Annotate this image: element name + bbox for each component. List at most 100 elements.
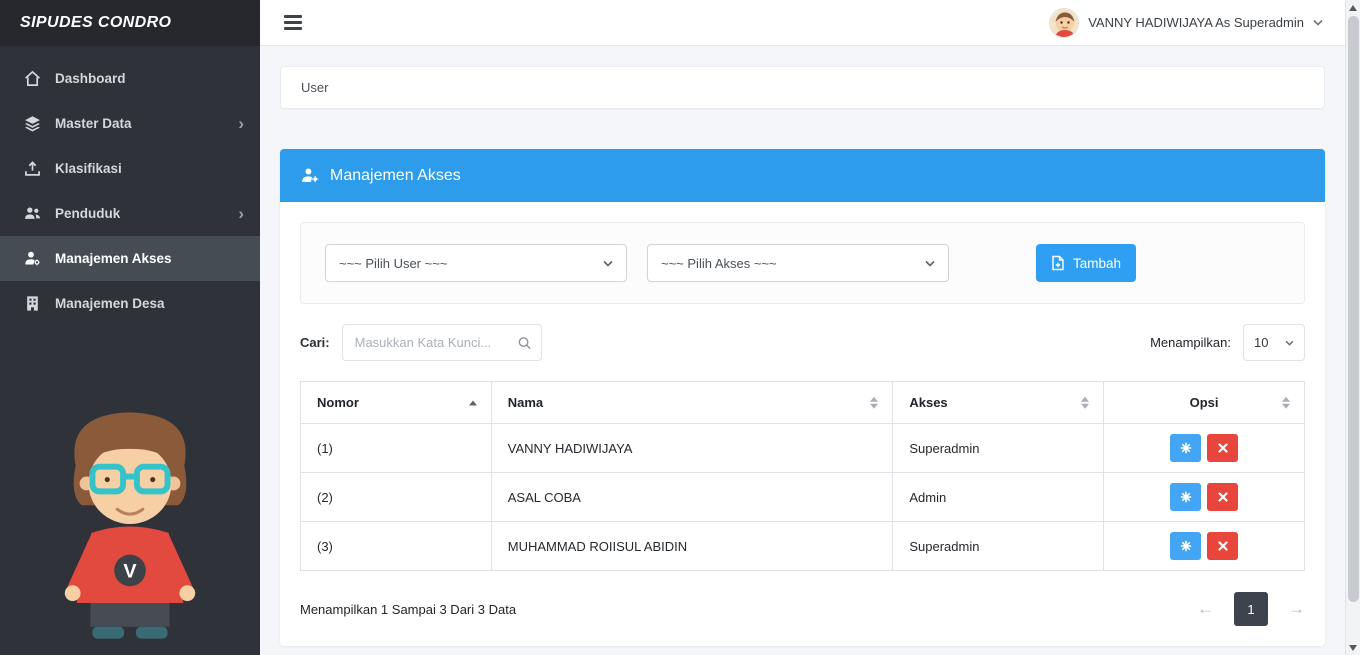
close-icon bbox=[1217, 443, 1228, 453]
home-icon bbox=[22, 70, 42, 87]
users-icon bbox=[22, 205, 42, 222]
chevron-down-icon bbox=[1285, 340, 1294, 346]
search-label: Cari: bbox=[300, 335, 330, 350]
app-window: SIPUDES CONDRO Dashboard Master Data › K… bbox=[0, 0, 1360, 655]
table-footer: Menampilkan 1 Sampai 3 Dari 3 Data ← 1 → bbox=[300, 592, 1305, 626]
cell-nomor: (3) bbox=[300, 521, 492, 571]
table-row: (1) VANNY HADIWIJAYA Superadmin bbox=[300, 423, 1305, 473]
column-header-opsi[interactable]: Opsi bbox=[1103, 381, 1305, 424]
sidebar-item-penduduk[interactable]: Penduduk › bbox=[0, 191, 260, 236]
tambah-button[interactable]: Tambah bbox=[1036, 244, 1137, 282]
close-icon bbox=[1217, 541, 1228, 551]
sort-icon bbox=[870, 396, 879, 409]
users-cog-icon bbox=[301, 167, 320, 184]
sidebar-item-master-data[interactable]: Master Data › bbox=[0, 101, 260, 146]
sidebar-item-label: Klasifikasi bbox=[55, 161, 122, 176]
cell-akses: Admin bbox=[892, 472, 1105, 522]
column-header-akses[interactable]: Akses bbox=[892, 381, 1105, 424]
column-header-nama[interactable]: Nama bbox=[490, 381, 894, 424]
sidebar: SIPUDES CONDRO Dashboard Master Data › K… bbox=[0, 0, 260, 655]
sidebar-item-dashboard[interactable]: Dashboard bbox=[0, 56, 260, 101]
edit-access-button[interactable] bbox=[1170, 434, 1202, 462]
chevron-down-icon bbox=[603, 260, 613, 267]
content: User Manajemen Akses ~~~ Pilih User ~~~ bbox=[260, 46, 1345, 655]
edit-access-button[interactable] bbox=[1170, 483, 1202, 511]
delete-access-button[interactable] bbox=[1207, 532, 1239, 560]
chevron-down-icon bbox=[1313, 19, 1323, 26]
delete-access-button[interactable] bbox=[1207, 434, 1239, 462]
page-1-button[interactable]: 1 bbox=[1234, 592, 1268, 626]
building-icon bbox=[22, 295, 42, 312]
page-size-value: 10 bbox=[1254, 335, 1269, 350]
chevron-right-icon: › bbox=[238, 204, 244, 223]
burst-icon bbox=[1180, 442, 1191, 454]
sort-icon bbox=[1081, 396, 1090, 409]
sidebar-item-manajemen-akses[interactable]: Manajemen Akses bbox=[0, 236, 260, 281]
prev-page-button[interactable]: ← bbox=[1197, 599, 1214, 619]
scroll-up-button[interactable] bbox=[1346, 0, 1360, 15]
table-row: (2) ASAL COBA Admin bbox=[300, 472, 1305, 522]
search-icon bbox=[517, 335, 532, 350]
breadcrumb: User bbox=[280, 66, 1325, 109]
user-cog-icon bbox=[22, 250, 42, 267]
user-menu[interactable]: VANNY HADIWIJAYA As Superadmin bbox=[1049, 7, 1323, 38]
table-header-row: Nomor Nama Akses Opsi bbox=[300, 381, 1305, 424]
cell-nomor: (2) bbox=[300, 472, 492, 522]
sidebar-item-label: Dashboard bbox=[55, 71, 126, 86]
sidebar-item-label: Master Data bbox=[55, 116, 132, 131]
card-header: Manajemen Akses bbox=[280, 149, 1325, 202]
pilih-akses-value: ~~~ Pilih Akses ~~~ bbox=[661, 255, 777, 271]
menu-toggle-button[interactable] bbox=[282, 11, 304, 34]
table-row: (3) MUHAMMAD ROIISUL ABIDIN Superadmin bbox=[300, 521, 1305, 571]
manajemen-akses-card: Manajemen Akses ~~~ Pilih User ~~~ ~~~ P… bbox=[280, 149, 1325, 646]
user-name: VANNY HADIWIJAYA As Superadmin bbox=[1088, 15, 1304, 30]
upload-icon bbox=[22, 160, 42, 177]
breadcrumb-label: User bbox=[301, 80, 329, 95]
tambah-label: Tambah bbox=[1073, 255, 1122, 271]
show-label: Menampilkan: bbox=[1150, 335, 1231, 350]
scroll-down-button[interactable] bbox=[1346, 640, 1360, 655]
page-size-select[interactable]: 10 bbox=[1243, 324, 1305, 361]
burst-icon bbox=[1180, 540, 1191, 552]
cell-nama: VANNY HADIWIJAYA bbox=[490, 423, 894, 473]
sidebar-item-manajemen-desa[interactable]: Manajemen Desa bbox=[0, 281, 260, 326]
cell-akses: Superadmin bbox=[892, 423, 1105, 473]
sidebar-nav: Dashboard Master Data › Klasifikasi Pend… bbox=[0, 46, 260, 326]
table-info: Menampilkan 1 Sampai 3 Dari 3 Data bbox=[300, 601, 517, 617]
pilih-user-value: ~~~ Pilih User ~~~ bbox=[339, 255, 448, 271]
scrollbar[interactable] bbox=[1345, 0, 1360, 655]
search-input[interactable] bbox=[341, 324, 542, 361]
pagination: ← 1 → bbox=[1197, 592, 1305, 626]
brand-title: SIPUDES CONDRO bbox=[0, 0, 260, 46]
card-body: ~~~ Pilih User ~~~ ~~~ Pilih Akses ~~~ T… bbox=[280, 202, 1325, 646]
cell-opsi bbox=[1103, 423, 1305, 473]
cell-nama: MUHAMMAD ROIISUL ABIDIN bbox=[490, 521, 894, 571]
cell-akses: Superadmin bbox=[892, 521, 1105, 571]
sort-icon bbox=[1282, 396, 1290, 409]
search-row: Cari: Menampilkan: 10 bbox=[300, 324, 1305, 361]
edit-access-button[interactable] bbox=[1170, 532, 1202, 560]
chevron-right-icon: › bbox=[238, 114, 244, 133]
burst-icon bbox=[1180, 491, 1191, 503]
topbar: VANNY HADIWIJAYA As Superadmin bbox=[260, 0, 1345, 46]
pilih-user-select[interactable]: ~~~ Pilih User ~~~ bbox=[325, 244, 627, 282]
sidebar-item-klasifikasi[interactable]: Klasifikasi bbox=[0, 146, 260, 191]
sidebar-item-label: Manajemen Desa bbox=[55, 296, 165, 311]
avatar bbox=[1049, 7, 1080, 38]
column-header-nomor[interactable]: Nomor bbox=[300, 381, 492, 424]
sidebar-item-label: Penduduk bbox=[55, 206, 121, 221]
sort-asc-icon bbox=[468, 400, 477, 405]
scrollbar-thumb[interactable] bbox=[1348, 16, 1359, 602]
cell-opsi bbox=[1103, 521, 1305, 571]
pilih-akses-select[interactable]: ~~~ Pilih Akses ~~~ bbox=[647, 244, 949, 282]
next-page-button[interactable]: → bbox=[1288, 599, 1305, 619]
layers-icon bbox=[22, 115, 42, 132]
mascot-illustration: V bbox=[46, 404, 214, 647]
svg-text:V: V bbox=[123, 560, 137, 582]
delete-access-button[interactable] bbox=[1207, 483, 1239, 511]
filter-box: ~~~ Pilih User ~~~ ~~~ Pilih Akses ~~~ T… bbox=[300, 222, 1305, 304]
sidebar-item-label: Manajemen Akses bbox=[55, 251, 172, 266]
cell-nomor: (1) bbox=[300, 423, 492, 473]
close-icon bbox=[1217, 492, 1228, 502]
file-plus-icon bbox=[1051, 255, 1065, 271]
